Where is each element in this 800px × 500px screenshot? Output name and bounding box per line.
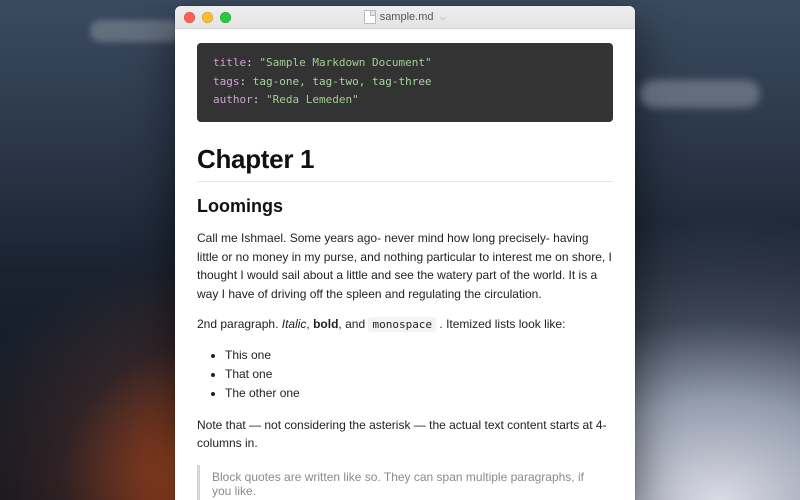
desktop-wallpaper: sample.md ⌵ title: "Sample Markdown Docu… <box>0 0 800 500</box>
text: , and <box>338 317 368 331</box>
text: . Itemized lists look like: <box>436 317 565 331</box>
paragraph: 2nd paragraph. Italic, bold, and monospa… <box>197 315 613 334</box>
frontmatter-key: author <box>213 93 253 106</box>
horizontal-rule <box>197 181 613 182</box>
chevron-down-icon[interactable]: ⌵ <box>439 12 446 23</box>
bold-text: bold <box>313 317 338 331</box>
frontmatter-value: "Reda Lemeden" <box>266 93 359 106</box>
minimize-icon[interactable] <box>202 12 213 23</box>
frontmatter-value: tag-one, tag-two, tag-three <box>253 75 432 88</box>
window-title: sample.md ⌵ <box>175 10 635 24</box>
frontmatter-line: title: "Sample Markdown Document" <box>213 54 597 73</box>
list-item: This one <box>225 346 613 365</box>
frontmatter-key: tags <box>213 75 240 88</box>
close-icon[interactable] <box>184 12 195 23</box>
list-item: That one <box>225 365 613 384</box>
document-icon <box>364 10 376 24</box>
editor-window: sample.md ⌵ title: "Sample Markdown Docu… <box>175 6 635 500</box>
zoom-icon[interactable] <box>220 12 231 23</box>
heading-2: Loomings <box>197 196 613 217</box>
frontmatter-line: author: "Reda Lemeden" <box>213 91 597 110</box>
paragraph: Call me Ishmael. Some years ago- never m… <box>197 229 613 303</box>
text: 2nd paragraph. <box>197 317 282 331</box>
list-item: The other one <box>225 384 613 403</box>
window-controls <box>175 12 231 23</box>
frontmatter-colon: : <box>246 56 259 69</box>
frontmatter-key: title <box>213 56 246 69</box>
unordered-list: This oneThat oneThe other one <box>197 346 613 404</box>
italic-text: Italic <box>282 317 307 331</box>
frontmatter-colon: : <box>240 75 253 88</box>
frontmatter-value: "Sample Markdown Document" <box>259 56 431 69</box>
blockquote: Block quotes are written like so. They c… <box>197 465 613 500</box>
window-filename: sample.md <box>380 11 434 23</box>
frontmatter-colon: : <box>253 93 266 106</box>
heading-1: Chapter 1 <box>197 144 613 175</box>
monospace-text: monospace <box>368 317 436 332</box>
paragraph: Note that — not considering the asterisk… <box>197 416 613 453</box>
frontmatter-block: title: "Sample Markdown Document"tags: t… <box>197 43 613 122</box>
document-content[interactable]: title: "Sample Markdown Document"tags: t… <box>175 29 635 500</box>
window-titlebar[interactable]: sample.md ⌵ <box>175 6 635 29</box>
frontmatter-line: tags: tag-one, tag-two, tag-three <box>213 73 597 92</box>
